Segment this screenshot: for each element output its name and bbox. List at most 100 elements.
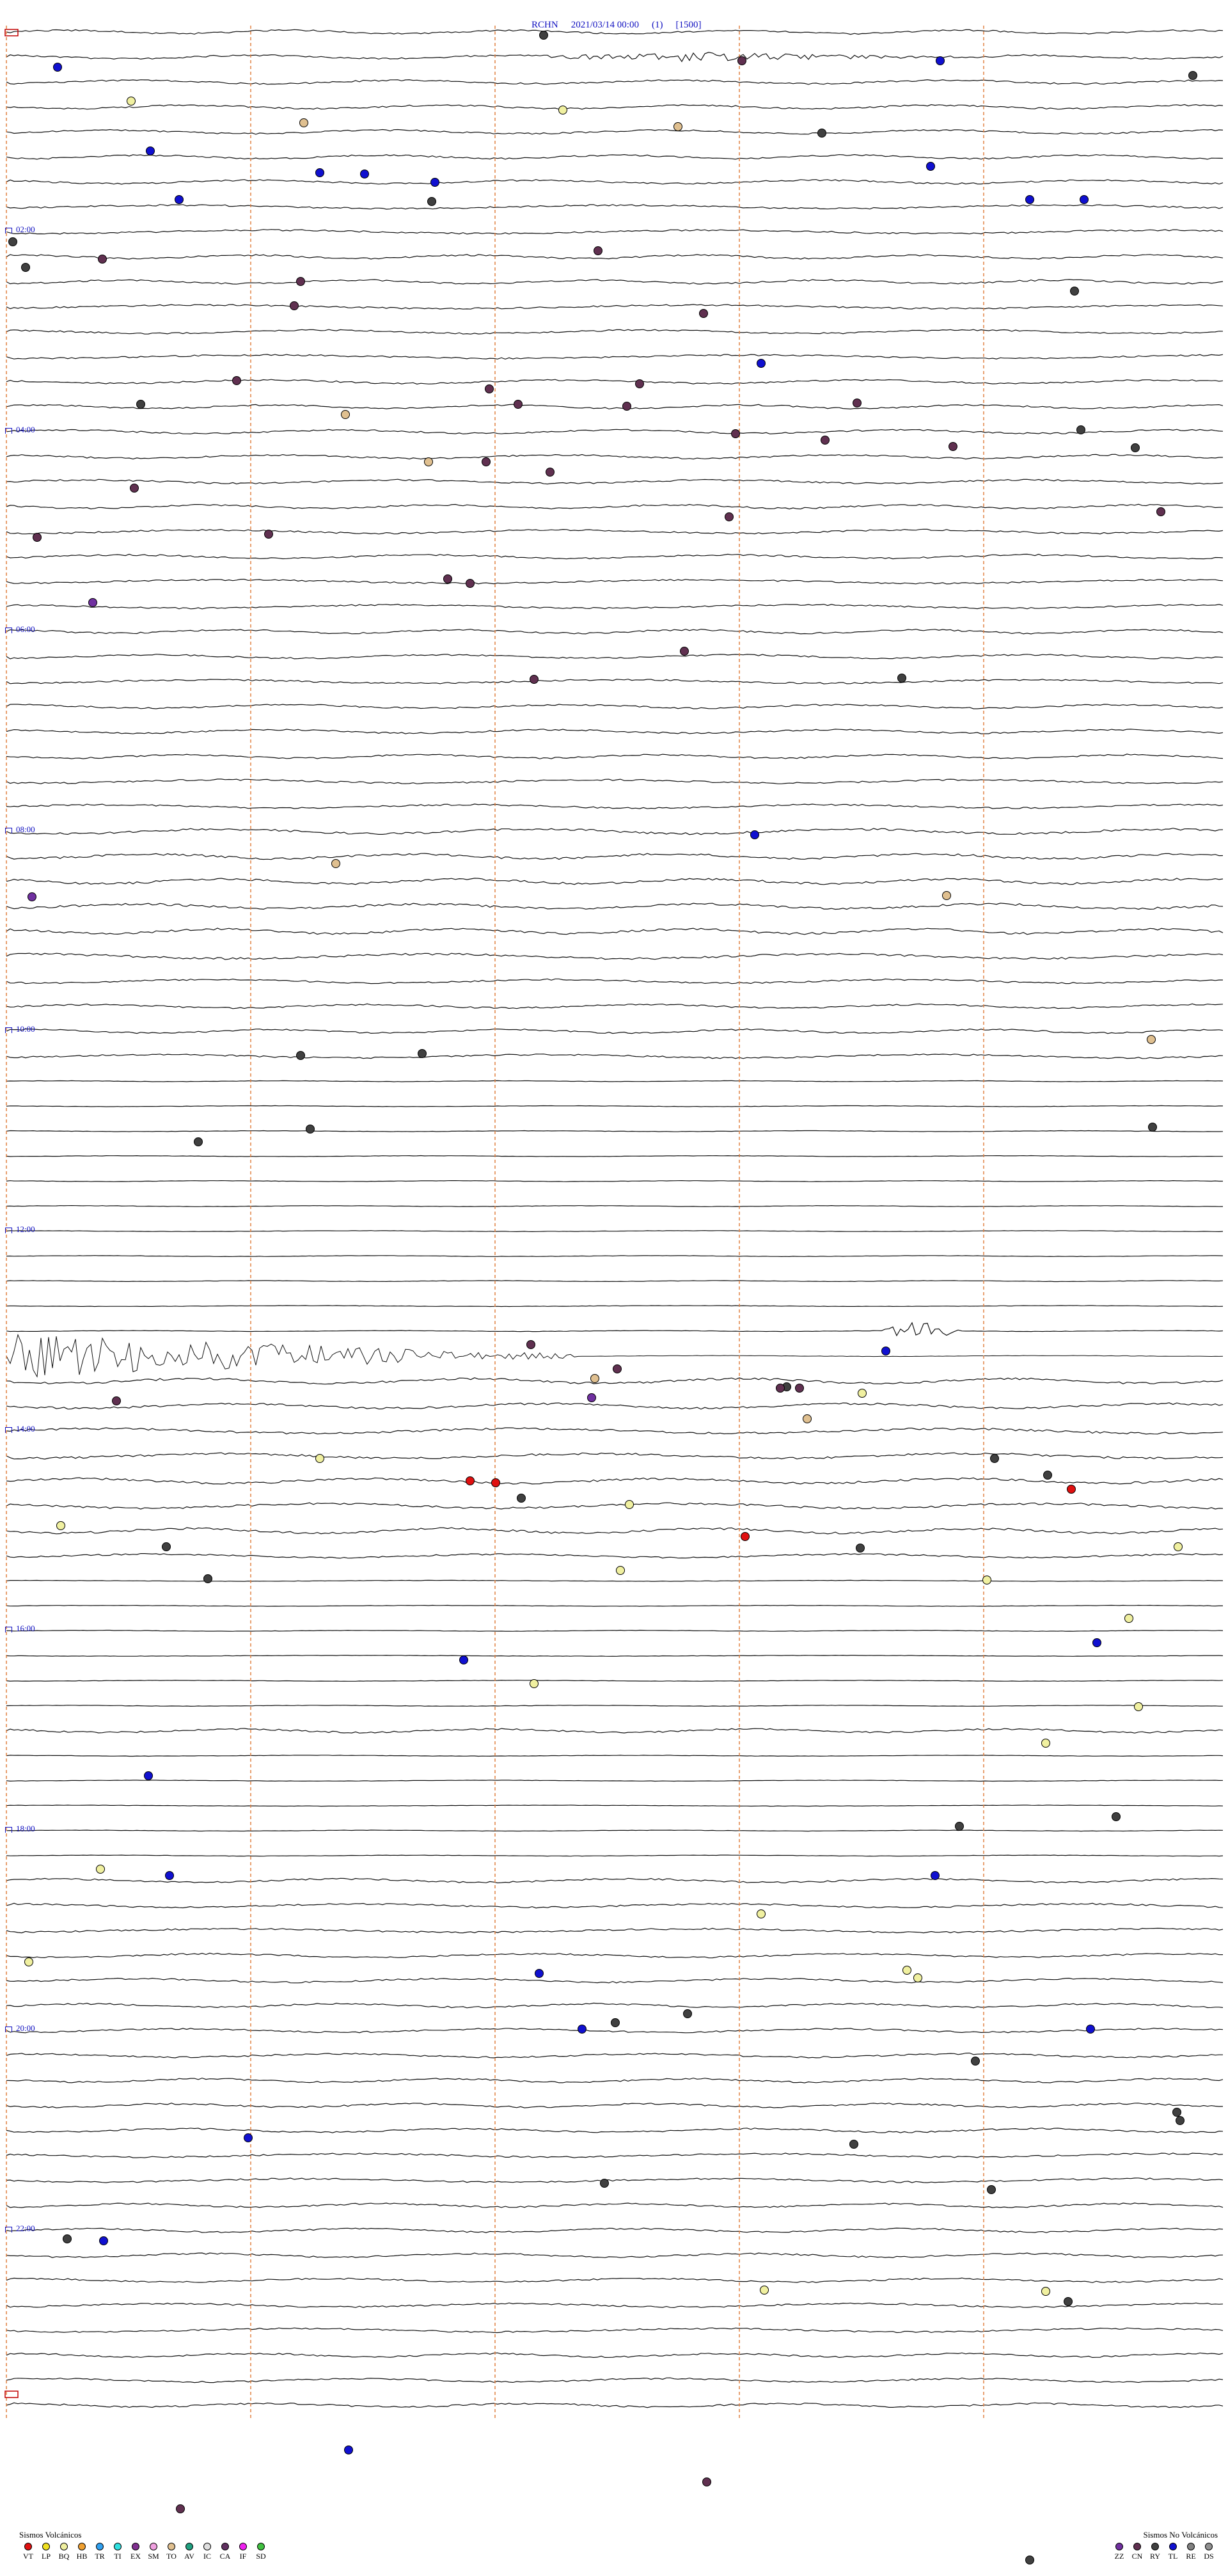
trace-line xyxy=(6,1977,1224,1984)
trace-line xyxy=(6,329,1224,335)
event-marker xyxy=(130,484,139,493)
event-marker xyxy=(611,2018,620,2027)
legend-nonvolcanic-code: DS xyxy=(1204,2552,1214,2561)
event-marker xyxy=(162,1542,171,1551)
legend-nonvolcanic-tl: TL xyxy=(1164,2543,1182,2560)
event-marker xyxy=(757,1909,766,1918)
frame-bracket-icon xyxy=(4,2390,19,2398)
station-name: RCHN xyxy=(531,20,558,30)
event-marker xyxy=(1076,425,1085,434)
event-marker xyxy=(1172,2108,1181,2117)
trace-line xyxy=(6,1230,1224,1233)
time-guide-lines xyxy=(6,26,984,2418)
event-marker xyxy=(514,400,523,409)
legend-volcanic-dot-icon xyxy=(114,2543,122,2550)
legend-volcanic-code: TI xyxy=(114,2552,122,2561)
event-marker xyxy=(683,2009,692,2018)
legend-nonvolcanic-code: TL xyxy=(1168,2552,1178,2561)
event-marker xyxy=(897,674,906,683)
trace-line xyxy=(6,2153,1224,2158)
event-marker xyxy=(1025,2556,1034,2564)
trace-line xyxy=(6,1054,1224,1059)
event-marker xyxy=(424,457,433,466)
event-marker xyxy=(600,2179,609,2188)
trace-line xyxy=(6,1502,1224,1510)
trace-line xyxy=(6,404,1224,410)
hour-label-text: 04:00 xyxy=(16,425,35,434)
event-marker xyxy=(702,2477,711,2486)
legend-volcanic-tr: TR xyxy=(91,2543,109,2560)
event-marker xyxy=(1041,2287,1050,2296)
trace-line xyxy=(6,1280,1224,1283)
event-marker xyxy=(737,56,746,65)
legend-volcanic-code: CA xyxy=(219,2552,231,2561)
trace-line xyxy=(6,528,1224,535)
trace-line xyxy=(6,1402,1224,1410)
event-marker xyxy=(56,1521,65,1530)
trace-line xyxy=(6,778,1224,784)
hour-tick-icon xyxy=(5,2026,12,2032)
event-marker xyxy=(849,2140,858,2149)
legend-nonvolcanic-dot-icon xyxy=(1151,2543,1159,2550)
event-marker xyxy=(926,162,935,171)
event-marker xyxy=(913,1973,922,1982)
event-marker xyxy=(526,1340,535,1349)
legend-volcanic-dot-icon xyxy=(78,2543,86,2550)
legend-volcanic-code: TO xyxy=(166,2552,177,2561)
trace-line xyxy=(6,1205,1224,1207)
legend-volcanic-code: IF xyxy=(239,2552,247,2561)
event-marker xyxy=(459,1655,468,1664)
trace-line xyxy=(6,379,1224,385)
event-marker xyxy=(1043,1471,1052,1480)
event-marker xyxy=(622,402,631,411)
event-marker xyxy=(176,2504,185,2513)
event-marker xyxy=(558,106,567,115)
event-marker xyxy=(590,1374,599,1383)
event-marker xyxy=(1064,2297,1073,2306)
event-marker xyxy=(731,429,740,438)
hour-label-text: 06:00 xyxy=(16,624,35,634)
seismic-traces xyxy=(6,29,1224,2408)
hour-tick-icon xyxy=(5,1027,12,1033)
event-marker xyxy=(1156,507,1165,516)
legend-volcanic-ex: EX xyxy=(127,2543,145,2560)
trace-line xyxy=(6,2377,1224,2383)
event-marker xyxy=(594,246,602,255)
event-marker xyxy=(418,1049,427,1058)
event-marker xyxy=(949,442,957,451)
event-marker xyxy=(1041,1739,1050,1748)
trace-line xyxy=(6,2402,1224,2408)
hour-label: 08:00 xyxy=(5,825,35,834)
legend-nonvolcanic-code: RY xyxy=(1149,2552,1160,2561)
event-marker xyxy=(535,1969,544,1978)
event-marker xyxy=(931,1871,940,1880)
trace-line xyxy=(6,679,1224,684)
event-marker xyxy=(741,1532,750,1541)
event-marker xyxy=(264,530,273,539)
hour-label: 04:00 xyxy=(5,425,35,434)
trace-line xyxy=(6,1003,1224,1009)
legend-volcanic-dot-icon xyxy=(185,2543,193,2550)
legend-volcanic-av: AV xyxy=(180,2543,198,2560)
hour-tick-icon xyxy=(5,1626,12,1632)
legend-volcanic-dot-icon xyxy=(168,2543,175,2550)
event-marker xyxy=(203,1574,212,1583)
hour-tick-icon xyxy=(5,627,12,633)
event-marker xyxy=(587,1393,596,1402)
event-marker xyxy=(1070,287,1079,296)
legend-volcanic-hb: HB xyxy=(73,2543,91,2560)
legend-nonvolcanic-dot-icon xyxy=(1115,2543,1123,2550)
trace-line xyxy=(6,1854,1224,1857)
trace-line xyxy=(6,1553,1224,1559)
trace-line xyxy=(6,1927,1224,1934)
event-marker xyxy=(112,1396,121,1405)
hour-label-text: 08:00 xyxy=(16,825,35,834)
event-marker xyxy=(673,122,682,131)
trace-line xyxy=(6,2027,1224,2034)
event-marker xyxy=(853,399,862,407)
event-marker xyxy=(987,2185,996,2194)
hour-tick-icon xyxy=(5,2226,12,2232)
hour-label-text: 12:00 xyxy=(16,1224,35,1234)
event-marker xyxy=(466,1476,475,1485)
legend-nonvolcanic-dot-icon xyxy=(1133,2543,1141,2550)
